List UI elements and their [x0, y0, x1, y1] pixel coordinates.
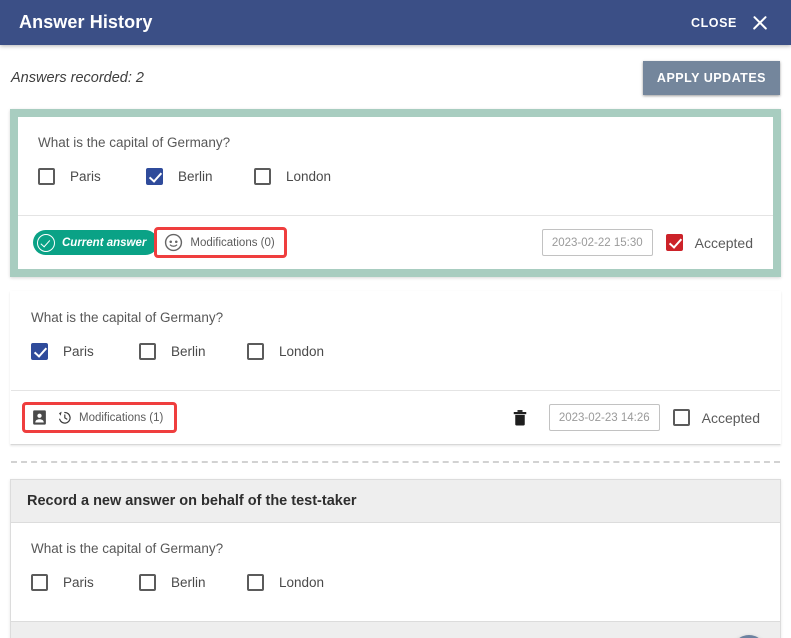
- trash-icon: [513, 409, 527, 425]
- answer-card-footer-left: Current answer Modifications (0): [33, 227, 287, 258]
- option-label: London: [279, 344, 325, 359]
- answer-date-field[interactable]: 2023-02-23 14:26: [548, 404, 660, 431]
- option-paris[interactable]: Paris: [31, 574, 139, 591]
- checkbox-paris[interactable]: [38, 168, 55, 185]
- checkbox-london[interactable]: [247, 343, 264, 360]
- checkbox-paris[interactable]: [31, 343, 48, 360]
- answer-date-field[interactable]: 2023-02-22 15:30: [541, 229, 653, 256]
- accepted-toggle[interactable]: Accepted: [672, 409, 760, 426]
- option-label: Berlin: [171, 575, 206, 590]
- current-answer-label: Current answer: [62, 236, 147, 249]
- option-london[interactable]: London: [247, 574, 355, 591]
- checkbox-accepted[interactable]: [665, 234, 683, 251]
- option-berlin[interactable]: Berlin: [146, 168, 254, 185]
- question-text: What is the capital of Germany?: [31, 310, 224, 325]
- account-box-icon: [31, 409, 48, 426]
- accepted-label: Accepted: [701, 409, 760, 426]
- answer-card: What is the capital of Germany? Paris Be…: [10, 109, 781, 277]
- record-new-answer-body: What is the capital of Germany? Paris Be…: [11, 523, 780, 621]
- option-label: Paris: [70, 169, 101, 184]
- accepted-toggle[interactable]: Accepted: [665, 234, 753, 251]
- option-label: Berlin: [171, 344, 206, 359]
- options-row: Paris Berlin London: [31, 574, 760, 591]
- modifications-label: Modifications (0): [190, 236, 275, 249]
- page-title: Answer History: [19, 12, 153, 32]
- option-label: London: [279, 575, 325, 590]
- checkbox-berlin[interactable]: [146, 168, 163, 185]
- accepted-label: Accepted: [694, 234, 753, 251]
- close-button-label: CLOSE: [690, 15, 737, 30]
- checkbox-berlin[interactable]: [139, 343, 156, 360]
- summary-row: Answers recorded: 2 APPLY UPDATES: [10, 45, 781, 109]
- answer-card-footer-right: 2023-02-22 15:30 Accepted: [541, 229, 753, 256]
- option-label: Paris: [63, 344, 94, 359]
- history-icon: [57, 410, 72, 425]
- options-row: Paris Berlin London: [38, 168, 753, 185]
- delete-answer-button[interactable]: [509, 407, 531, 429]
- option-label: Paris: [63, 575, 94, 590]
- question-text: What is the capital of Germany?: [38, 135, 231, 150]
- record-new-answer-footer: [11, 621, 780, 638]
- close-button[interactable]: CLOSE: [691, 14, 769, 32]
- face-circle-icon: [164, 233, 183, 252]
- record-new-answer-panel: Record a new answer on behalf of the tes…: [10, 479, 781, 638]
- section-divider: [11, 461, 780, 463]
- option-berlin[interactable]: Berlin: [139, 343, 247, 360]
- answer-card-footer: Modifications (1) 2023-02-23 14:26 Accep…: [11, 390, 780, 444]
- answer-card: What is the capital of Germany? Paris Be…: [10, 291, 781, 445]
- checkbox-berlin[interactable]: [139, 574, 156, 591]
- question-block: What is the capital of Germany? Paris Be…: [18, 117, 773, 215]
- modifications-label: Modifications (1): [79, 411, 164, 424]
- record-new-answer-title: Record a new answer on behalf of the tes…: [11, 480, 780, 523]
- option-label: Berlin: [178, 169, 213, 184]
- modifications-button[interactable]: Modifications (1): [22, 402, 178, 433]
- answer-card-footer: Current answer Modifications (0) 2023-02…: [18, 215, 773, 269]
- options-row: Paris Berlin London: [31, 343, 760, 360]
- answers-recorded-text: Answers recorded: 2: [11, 70, 144, 86]
- add-answer-fab[interactable]: [732, 634, 766, 638]
- question-text: What is the capital of Germany?: [31, 541, 224, 556]
- option-london[interactable]: London: [254, 168, 362, 185]
- modal-body: Answers recorded: 2 APPLY UPDATES What i…: [0, 45, 791, 638]
- checkbox-accepted[interactable]: [672, 409, 690, 426]
- option-berlin[interactable]: Berlin: [139, 574, 247, 591]
- answer-card-footer-left: Modifications (1): [22, 402, 178, 433]
- option-paris[interactable]: Paris: [38, 168, 146, 185]
- modal-header: Answer History CLOSE: [0, 0, 791, 45]
- check-circle-icon: [37, 233, 55, 252]
- option-london[interactable]: London: [247, 343, 355, 360]
- option-paris[interactable]: Paris: [31, 343, 139, 360]
- checkbox-london[interactable]: [254, 168, 271, 185]
- close-icon[interactable]: [751, 14, 769, 32]
- checkbox-paris[interactable]: [31, 574, 48, 591]
- modifications-button[interactable]: Modifications (0): [154, 227, 287, 258]
- current-answer-badge[interactable]: Current answer: [33, 230, 159, 255]
- answer-card-footer-right: 2023-02-23 14:26 Accepted: [509, 404, 760, 431]
- checkbox-london[interactable]: [247, 574, 264, 591]
- question-block: What is the capital of Germany? Paris Be…: [11, 292, 780, 390]
- apply-updates-button[interactable]: APPLY UPDATES: [642, 61, 780, 95]
- option-label: London: [286, 169, 332, 184]
